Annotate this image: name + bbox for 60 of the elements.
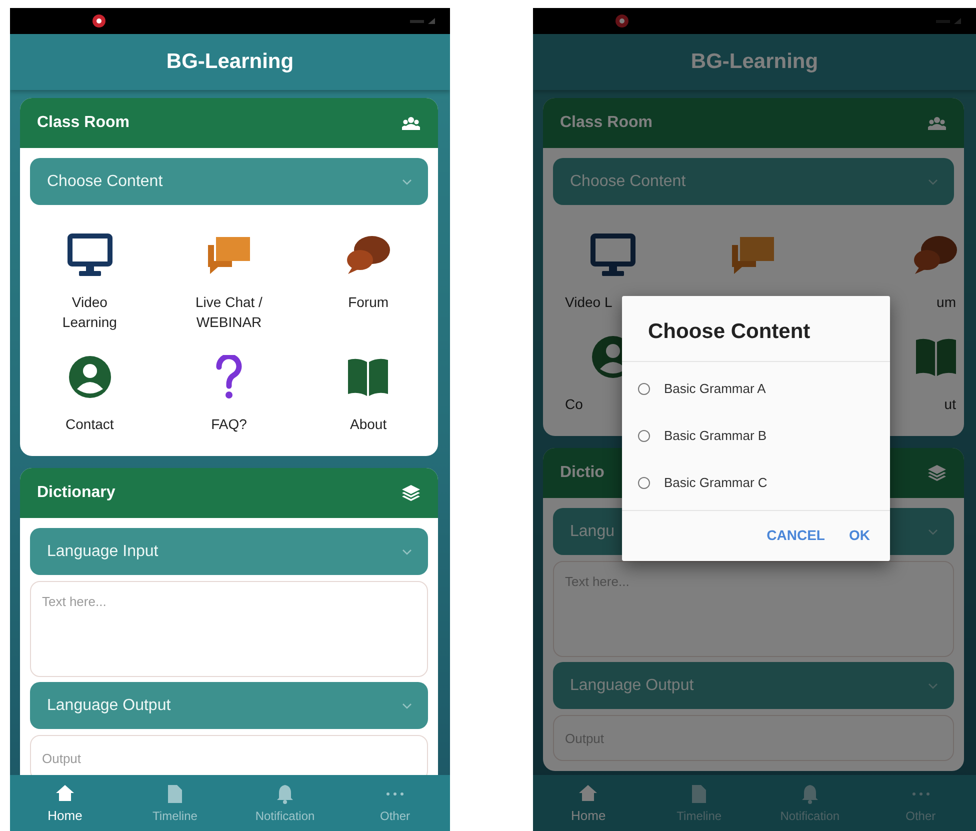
radio-option[interactable]: Basic Grammar A	[622, 365, 890, 412]
book-icon	[914, 336, 958, 378]
nav-tab[interactable]: Notification	[230, 775, 340, 831]
chat-icon	[730, 235, 776, 275]
dropdown[interactable]: Choose Content	[30, 158, 428, 205]
app-title: BG-Learning	[690, 50, 818, 74]
home-icon	[578, 783, 598, 803]
question-mark-icon	[214, 355, 244, 399]
dropdown[interactable]: Language Output	[553, 662, 954, 709]
tile-label[interactable]: Contact	[66, 414, 114, 434]
nav-tab[interactable]: Timeline	[120, 775, 230, 831]
dropdown[interactable]: Language Output	[30, 682, 428, 729]
more-icon	[385, 790, 405, 796]
dropdown[interactable]: Language Input	[30, 528, 428, 575]
tile-label[interactable]: Video Learning	[44, 292, 135, 332]
radio-option[interactable]: Basic Grammar B	[622, 412, 890, 459]
input-field[interactable]: Text here...	[30, 581, 428, 677]
tile-label[interactable]: About	[350, 414, 387, 434]
record-icon	[92, 14, 106, 28]
people-icon	[402, 116, 420, 130]
record-icon	[615, 14, 629, 28]
home-icon	[55, 783, 75, 803]
tile-label[interactable]: Video L	[565, 292, 612, 312]
tile-label[interactable]: Forum	[348, 292, 389, 312]
status-icons	[936, 17, 964, 25]
dropdown[interactable]: Choose Content	[553, 158, 954, 205]
book-icon	[346, 356, 390, 398]
document-icon	[167, 784, 183, 804]
status-icons	[410, 17, 438, 25]
card-title: Dictionary	[37, 484, 116, 502]
radio-option[interactable]: Basic Grammar C	[622, 459, 890, 506]
dialog-button[interactable]: OK	[841, 519, 878, 551]
monitor-icon	[66, 233, 113, 277]
caret-icon	[402, 702, 412, 708]
card-title: Class Room	[37, 114, 130, 132]
dialog-title: Choose Content	[622, 296, 890, 362]
dialog-button[interactable]: CANCEL	[758, 519, 833, 551]
nav-tab[interactable]: Home	[533, 775, 644, 831]
tile-label[interactable]: um	[936, 292, 956, 312]
speech-bubbles-icon	[912, 234, 958, 276]
chat-icon	[206, 235, 252, 275]
nav-tab[interactable]: Other	[340, 775, 450, 831]
tile-label[interactable]: ut	[944, 394, 956, 414]
app-title: BG-Learning	[166, 50, 294, 74]
speech-bubbles-icon	[345, 234, 392, 276]
caret-icon	[402, 548, 412, 554]
caret-icon	[402, 178, 412, 184]
bell-icon	[276, 784, 294, 804]
output-field[interactable]: Output	[30, 735, 428, 775]
layers-icon	[928, 465, 946, 481]
card-title: Dictio	[560, 464, 604, 482]
nav-tab[interactable]: Home	[10, 775, 120, 831]
person-circle-icon	[68, 355, 112, 399]
tile-label[interactable]: Co	[565, 394, 583, 414]
monitor-icon	[590, 233, 636, 277]
tile-label[interactable]: FAQ?	[211, 414, 247, 434]
layers-icon	[402, 485, 420, 501]
people-icon	[928, 116, 946, 130]
tile-label[interactable]: Live Chat / WEBINAR	[184, 292, 274, 332]
card-title: Class Room	[560, 114, 652, 132]
